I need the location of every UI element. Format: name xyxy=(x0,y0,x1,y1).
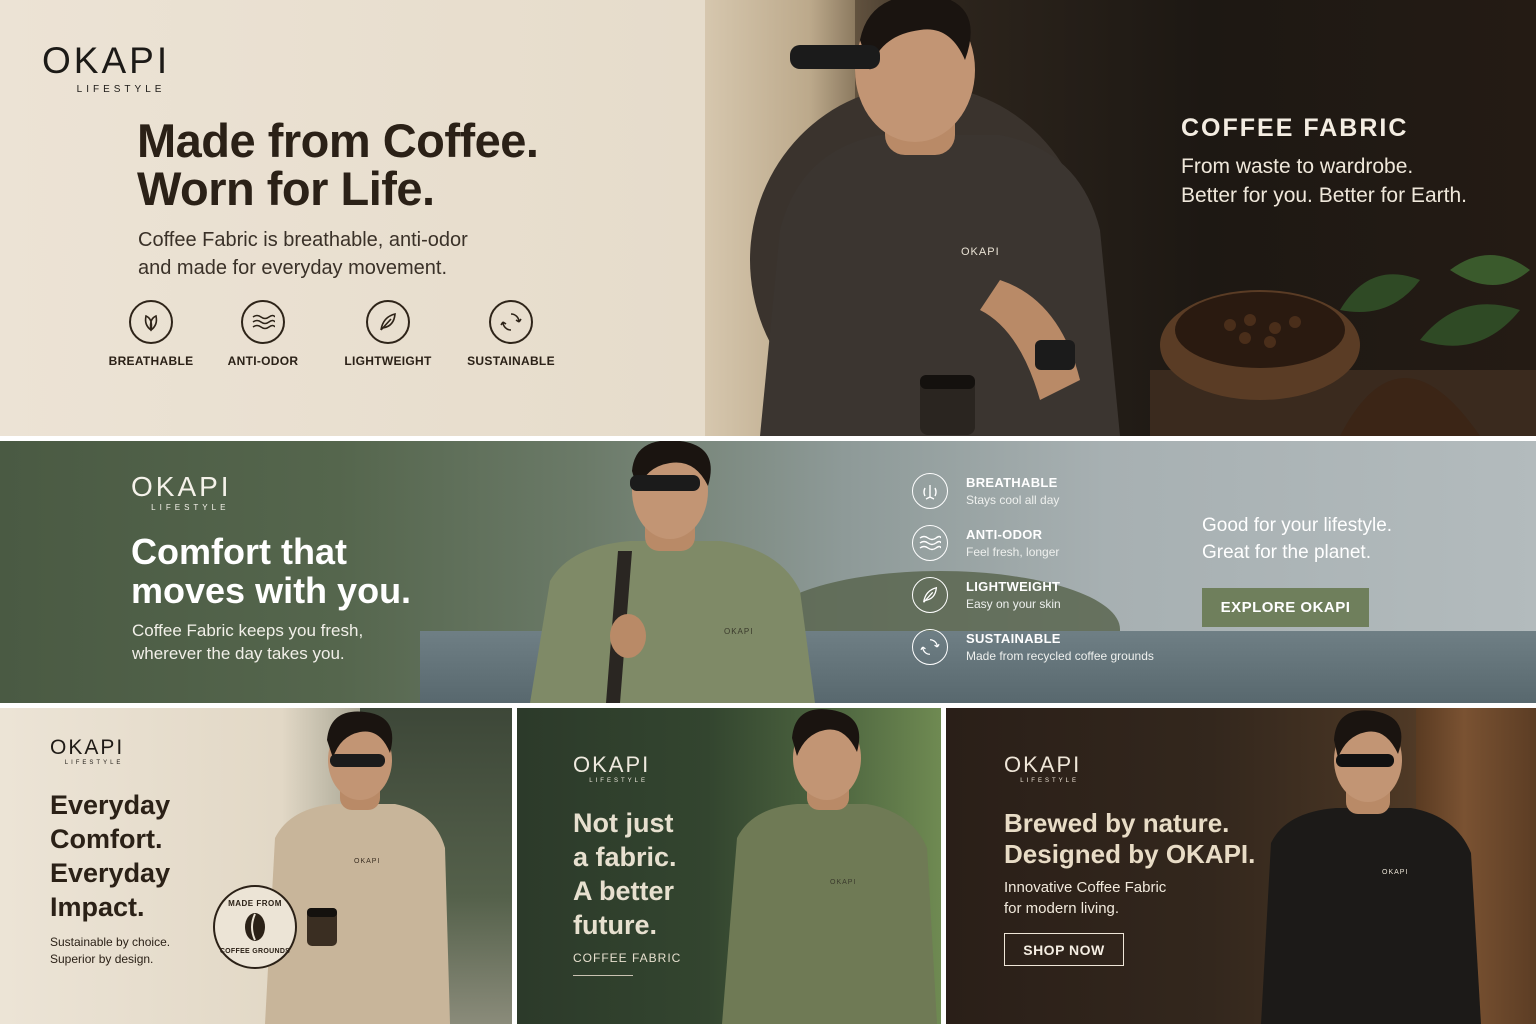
headline-line-1: Made from Coffee. xyxy=(137,114,539,167)
headline-line-3: Everyday xyxy=(50,858,171,888)
badge-top-text: MADE FROM xyxy=(228,899,282,908)
model-black-tee-image xyxy=(1261,710,1481,1024)
badge-bottom-text: COFFEE GROUNDS xyxy=(219,948,291,955)
leaf-pair-icon xyxy=(129,300,173,344)
feature-subtitle: Feel fresh, longer xyxy=(966,545,1060,559)
feature-label: ANTI-ODOR xyxy=(227,354,299,368)
coffee-bean-icon xyxy=(245,913,265,941)
coffee-fabric-title: COFFEE FABRIC xyxy=(1181,114,1409,142)
banner-brewed-by-nature: OKAPI OKAPI LIFESTYLE Brewed by nature. … xyxy=(946,708,1536,1024)
feather-icon xyxy=(366,300,410,344)
headline-line-1: Comfort that xyxy=(131,531,347,572)
headline-line-2: Designed by OKAPI. xyxy=(1004,839,1256,869)
side-line-2: Better for you. Better for Earth. xyxy=(1181,184,1467,207)
feather-icon xyxy=(912,577,948,613)
logo-tagline: LIFESTYLE xyxy=(64,760,124,766)
logo-wordmark: OKAPI xyxy=(50,736,125,759)
feature-label: SUSTAINABLE xyxy=(467,354,555,368)
headline-line-2: moves with you. xyxy=(131,570,412,611)
coffee-beans-bowl-image xyxy=(1150,255,1536,436)
feature-subtitle: Stays cool all day xyxy=(966,493,1060,507)
shop-now-button[interactable]: SHOP NOW xyxy=(1004,933,1124,966)
waves-icon xyxy=(912,525,948,561)
headline-line-1: Everyday xyxy=(50,790,171,820)
feature-breathable: BREATHABLE xyxy=(91,300,211,368)
logo-tagline: LIFESTYLE xyxy=(151,503,230,512)
banner-not-just-a-fabric: OKAPI OKAPI LIFESTYLE Not just a fabric.… xyxy=(517,708,941,1024)
feature-sustainable: SUSTAINABLE xyxy=(451,300,571,368)
tee-logo-text: OKAPI xyxy=(724,627,754,636)
recycle-icon xyxy=(489,300,533,344)
headline: Brewed by nature. Designed by OKAPI. xyxy=(1004,808,1255,870)
description-line-1: Coffee Fabric keeps you fresh, xyxy=(132,621,364,640)
explore-okapi-button[interactable]: EXPLORE OKAPI xyxy=(1202,588,1369,627)
headline-line-1: Not just xyxy=(573,808,674,838)
made-from-coffee-grounds-badge: MADE FROM COFFEE GROUNDS xyxy=(213,885,297,969)
banner-comfort-moves: OKAPI OKAPI LIFESTYLE Comfort that moves… xyxy=(0,441,1536,703)
okapi-logo: OKAPI LIFESTYLE xyxy=(50,736,124,766)
description-line-2: and made for everyday movement. xyxy=(138,257,448,279)
feature-label: LIGHTWEIGHT xyxy=(344,354,432,368)
feature-subtitle: Easy on your skin xyxy=(966,597,1061,611)
headline-line-1: Brewed by nature. xyxy=(1004,808,1230,838)
headline-line-2: a fabric. xyxy=(573,842,677,872)
description-line-2: wherever the day takes you. xyxy=(132,644,345,663)
headline: Everyday Comfort. Everyday Impact. xyxy=(50,788,170,924)
feature-subtitle: Made from recycled coffee grounds xyxy=(966,649,1154,663)
headline-line-4: future. xyxy=(573,910,657,940)
tee-logo-text: OKAPI xyxy=(961,246,1000,258)
description-line-2: for modern living. xyxy=(1004,900,1120,917)
banner-made-from-coffee: OKAPI OKAPI LIFESTYLE Made from Coffee. … xyxy=(0,0,1536,436)
feature-title: SUSTAINABLE xyxy=(966,631,1061,646)
tee-logo-text: OKAPI xyxy=(830,879,857,886)
tagline-line-2: Great for the planet. xyxy=(1202,542,1371,563)
description-line-1: Coffee Fabric is breathable, anti-odor xyxy=(138,229,468,251)
description-line-1: Sustainable by choice. xyxy=(50,935,171,949)
feature-lightweight: LIGHTWEIGHT xyxy=(328,300,448,368)
coffee-fabric-label: COFFEE FABRIC xyxy=(573,951,682,965)
banner-everyday-comfort: OKAPI OKAPI LIFESTYLE Everyday Comfort. … xyxy=(0,708,512,1024)
feature-title: LIGHTWEIGHT xyxy=(966,579,1061,594)
headline-line-4: Impact. xyxy=(50,892,145,922)
description-line-2: Superior by design. xyxy=(50,952,154,966)
headline-line-2: Comfort. xyxy=(50,824,163,854)
model-olive-tee-image xyxy=(530,441,815,703)
feature-anti-odor: ANTI-ODOR xyxy=(203,300,323,368)
model-dark-tee-image xyxy=(750,0,1120,436)
okapi-logo: OKAPI LIFESTYLE xyxy=(42,40,170,95)
side-line-1: From waste to wardrobe. xyxy=(1181,155,1414,178)
description: Coffee Fabric is breathable, anti-odor a… xyxy=(138,226,518,282)
description: Coffee Fabric keeps you fresh, wherever … xyxy=(132,619,363,665)
description: Sustainable by choice. Superior by desig… xyxy=(50,934,170,968)
okapi-logo: OKAPI LIFESTYLE xyxy=(573,752,650,784)
logo-wordmark: OKAPI xyxy=(131,471,232,502)
model-green-tee-image xyxy=(722,709,937,1024)
feature-title: BREATHABLE xyxy=(966,475,1058,490)
breathe-icon xyxy=(912,473,948,509)
logo-wordmark: OKAPI xyxy=(42,40,171,81)
headline-line-2: Worn for Life. xyxy=(137,162,435,215)
tee-logo-text: OKAPI xyxy=(1382,869,1409,876)
headline-line-3: A better xyxy=(573,876,675,906)
feature-label: BREATHABLE xyxy=(108,354,194,368)
okapi-logo: OKAPI LIFESTYLE xyxy=(1004,752,1081,784)
headline: Comfort that moves with you. xyxy=(131,532,411,610)
headline: Made from Coffee. Worn for Life. xyxy=(137,117,539,213)
logo-wordmark: OKAPI xyxy=(1004,752,1082,777)
okapi-logo: OKAPI LIFESTYLE xyxy=(131,471,232,512)
logo-tagline: LIFESTYLE xyxy=(76,84,166,95)
model-beige-tee-image xyxy=(265,711,450,1024)
waves-icon xyxy=(241,300,285,344)
description: Innovative Coffee Fabric for modern livi… xyxy=(1004,877,1166,919)
logo-wordmark: OKAPI xyxy=(573,752,651,777)
feature-title: ANTI-ODOR xyxy=(966,527,1043,542)
tagline-line-1: Good for your lifestyle. xyxy=(1202,515,1393,536)
headline: Not just a fabric. A better future. xyxy=(573,806,677,942)
recycle-icon xyxy=(912,629,948,665)
tee-logo-text: OKAPI xyxy=(354,858,381,865)
logo-tagline: LIFESTYLE xyxy=(1020,778,1079,784)
description-line-1: Innovative Coffee Fabric xyxy=(1004,879,1167,896)
divider xyxy=(573,975,633,976)
logo-tagline: LIFESTYLE xyxy=(589,778,648,784)
